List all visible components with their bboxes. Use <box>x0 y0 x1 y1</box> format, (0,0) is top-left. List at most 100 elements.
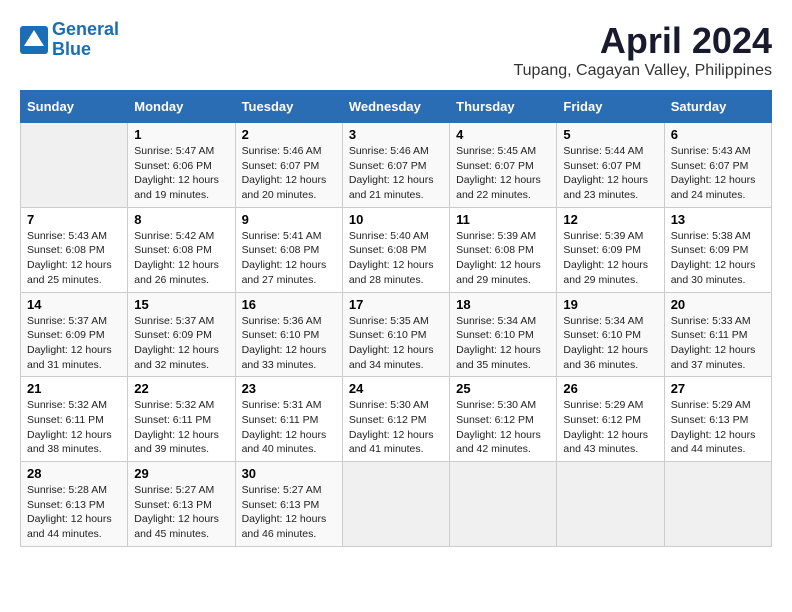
calendar-cell <box>450 462 557 547</box>
day-number: 19 <box>563 297 657 312</box>
title-section: April 2024 Tupang, Cagayan Valley, Phili… <box>513 20 772 80</box>
calendar-cell: 21 Sunrise: 5:32 AMSunset: 6:11 PMDayligh… <box>21 377 128 462</box>
month-title: April 2024 <box>513 20 772 62</box>
calendar-cell: 10 Sunrise: 5:40 AMSunset: 6:08 PMDayligh… <box>342 207 449 292</box>
calendar-cell: 29 Sunrise: 5:27 AMSunset: 6:13 PMDayligh… <box>128 462 235 547</box>
day-info: Sunrise: 5:28 AMSunset: 6:13 PMDaylight:… <box>27 483 121 542</box>
day-number: 5 <box>563 127 657 142</box>
calendar-cell: 13 Sunrise: 5:38 AMSunset: 6:09 PMDayligh… <box>664 207 771 292</box>
day-number: 14 <box>27 297 121 312</box>
day-number: 29 <box>134 466 228 481</box>
day-number: 26 <box>563 381 657 396</box>
day-info: Sunrise: 5:30 AMSunset: 6:12 PMDaylight:… <box>349 398 443 457</box>
day-number: 6 <box>671 127 765 142</box>
day-info: Sunrise: 5:27 AMSunset: 6:13 PMDaylight:… <box>134 483 228 542</box>
day-number: 2 <box>242 127 336 142</box>
day-info: Sunrise: 5:37 AMSunset: 6:09 PMDaylight:… <box>27 314 121 373</box>
header-day-saturday: Saturday <box>664 91 771 123</box>
day-info: Sunrise: 5:39 AMSunset: 6:08 PMDaylight:… <box>456 229 550 288</box>
header-day-sunday: Sunday <box>21 91 128 123</box>
week-row-3: 14 Sunrise: 5:37 AMSunset: 6:09 PMDayligh… <box>21 292 772 377</box>
day-number: 27 <box>671 381 765 396</box>
day-info: Sunrise: 5:27 AMSunset: 6:13 PMDaylight:… <box>242 483 336 542</box>
day-number: 23 <box>242 381 336 396</box>
day-info: Sunrise: 5:34 AMSunset: 6:10 PMDaylight:… <box>563 314 657 373</box>
day-number: 12 <box>563 212 657 227</box>
day-number: 11 <box>456 212 550 227</box>
calendar-cell: 15 Sunrise: 5:37 AMSunset: 6:09 PMDayligh… <box>128 292 235 377</box>
day-number: 18 <box>456 297 550 312</box>
calendar-cell: 28 Sunrise: 5:28 AMSunset: 6:13 PMDayligh… <box>21 462 128 547</box>
day-number: 25 <box>456 381 550 396</box>
calendar-cell: 4 Sunrise: 5:45 AMSunset: 6:07 PMDaylight… <box>450 123 557 208</box>
day-info: Sunrise: 5:43 AMSunset: 6:08 PMDaylight:… <box>27 229 121 288</box>
day-number: 10 <box>349 212 443 227</box>
day-number: 21 <box>27 381 121 396</box>
day-number: 17 <box>349 297 443 312</box>
day-info: Sunrise: 5:38 AMSunset: 6:09 PMDaylight:… <box>671 229 765 288</box>
day-info: Sunrise: 5:29 AMSunset: 6:12 PMDaylight:… <box>563 398 657 457</box>
calendar-cell: 6Sunrise: 5:43 AMSunset: 6:07 PMDaylight… <box>664 123 771 208</box>
header-day-wednesday: Wednesday <box>342 91 449 123</box>
day-info: Sunrise: 5:44 AMSunset: 6:07 PMDaylight:… <box>563 144 657 203</box>
day-number: 3 <box>349 127 443 142</box>
day-info: Sunrise: 5:29 AMSunset: 6:13 PMDaylight:… <box>671 398 765 457</box>
calendar-cell: 19 Sunrise: 5:34 AMSunset: 6:10 PMDayligh… <box>557 292 664 377</box>
calendar-cell: 7 Sunrise: 5:43 AMSunset: 6:08 PMDaylight… <box>21 207 128 292</box>
day-info: Sunrise: 5:45 AMSunset: 6:07 PMDaylight:… <box>456 144 550 203</box>
day-number: 8 <box>134 212 228 227</box>
day-number: 28 <box>27 466 121 481</box>
week-row-2: 7 Sunrise: 5:43 AMSunset: 6:08 PMDaylight… <box>21 207 772 292</box>
week-row-1: 1Sunrise: 5:47 AMSunset: 6:06 PMDaylight… <box>21 123 772 208</box>
calendar-cell: 20 Sunrise: 5:33 AMSunset: 6:11 PMDayligh… <box>664 292 771 377</box>
day-info: Sunrise: 5:30 AMSunset: 6:12 PMDaylight:… <box>456 398 550 457</box>
calendar-cell: 26 Sunrise: 5:29 AMSunset: 6:12 PMDayligh… <box>557 377 664 462</box>
calendar-cell <box>342 462 449 547</box>
day-info: Sunrise: 5:33 AMSunset: 6:11 PMDaylight:… <box>671 314 765 373</box>
calendar-cell: 9Sunrise: 5:41 AMSunset: 6:08 PMDaylight… <box>235 207 342 292</box>
week-row-5: 28 Sunrise: 5:28 AMSunset: 6:13 PMDayligh… <box>21 462 772 547</box>
day-number: 16 <box>242 297 336 312</box>
day-number: 24 <box>349 381 443 396</box>
calendar-cell <box>21 123 128 208</box>
day-info: Sunrise: 5:40 AMSunset: 6:08 PMDaylight:… <box>349 229 443 288</box>
calendar-cell: 17Sunrise: 5:35 AMSunset: 6:10 PMDayligh… <box>342 292 449 377</box>
day-info: Sunrise: 5:46 AMSunset: 6:07 PMDaylight:… <box>242 144 336 203</box>
calendar-table: SundayMondayTuesdayWednesdayThursdayFrid… <box>20 90 772 547</box>
day-info: Sunrise: 5:31 AMSunset: 6:11 PMDaylight:… <box>242 398 336 457</box>
location-title: Tupang, Cagayan Valley, Philippines <box>513 62 772 80</box>
day-number: 1 <box>134 127 228 142</box>
calendar-cell: 11 Sunrise: 5:39 AMSunset: 6:08 PMDayligh… <box>450 207 557 292</box>
week-row-4: 21 Sunrise: 5:32 AMSunset: 6:11 PMDayligh… <box>21 377 772 462</box>
day-number: 4 <box>456 127 550 142</box>
page-header: General Blue April 2024 Tupang, Cagayan … <box>20 20 772 80</box>
day-number: 30 <box>242 466 336 481</box>
calendar-cell: 1Sunrise: 5:47 AMSunset: 6:06 PMDaylight… <box>128 123 235 208</box>
day-number: 15 <box>134 297 228 312</box>
day-info: Sunrise: 5:36 AMSunset: 6:10 PMDaylight:… <box>242 314 336 373</box>
day-info: Sunrise: 5:37 AMSunset: 6:09 PMDaylight:… <box>134 314 228 373</box>
calendar-cell <box>664 462 771 547</box>
calendar-cell: 12Sunrise: 5:39 AMSunset: 6:09 PMDayligh… <box>557 207 664 292</box>
calendar-cell <box>557 462 664 547</box>
header-day-monday: Monday <box>128 91 235 123</box>
calendar-cell: 5 Sunrise: 5:44 AMSunset: 6:07 PMDaylight… <box>557 123 664 208</box>
calendar-cell: 3Sunrise: 5:46 AMSunset: 6:07 PMDaylight… <box>342 123 449 208</box>
logo: General Blue <box>20 20 119 60</box>
calendar-cell: 23 Sunrise: 5:31 AMSunset: 6:11 PMDayligh… <box>235 377 342 462</box>
day-info: Sunrise: 5:32 AMSunset: 6:11 PMDaylight:… <box>134 398 228 457</box>
day-number: 13 <box>671 212 765 227</box>
day-number: 7 <box>27 212 121 227</box>
calendar-cell: 2 Sunrise: 5:46 AMSunset: 6:07 PMDaylight… <box>235 123 342 208</box>
day-number: 22 <box>134 381 228 396</box>
day-info: Sunrise: 5:41 AMSunset: 6:08 PMDaylight:… <box>242 229 336 288</box>
header-day-thursday: Thursday <box>450 91 557 123</box>
day-number: 20 <box>671 297 765 312</box>
logo-text: General Blue <box>52 20 119 60</box>
header-row: SundayMondayTuesdayWednesdayThursdayFrid… <box>21 91 772 123</box>
calendar-cell: 27 Sunrise: 5:29 AMSunset: 6:13 PMDayligh… <box>664 377 771 462</box>
day-info: Sunrise: 5:32 AMSunset: 6:11 PMDaylight:… <box>27 398 121 457</box>
calendar-cell: 8Sunrise: 5:42 AMSunset: 6:08 PMDaylight… <box>128 207 235 292</box>
calendar-cell: 14 Sunrise: 5:37 AMSunset: 6:09 PMDayligh… <box>21 292 128 377</box>
header-day-friday: Friday <box>557 91 664 123</box>
